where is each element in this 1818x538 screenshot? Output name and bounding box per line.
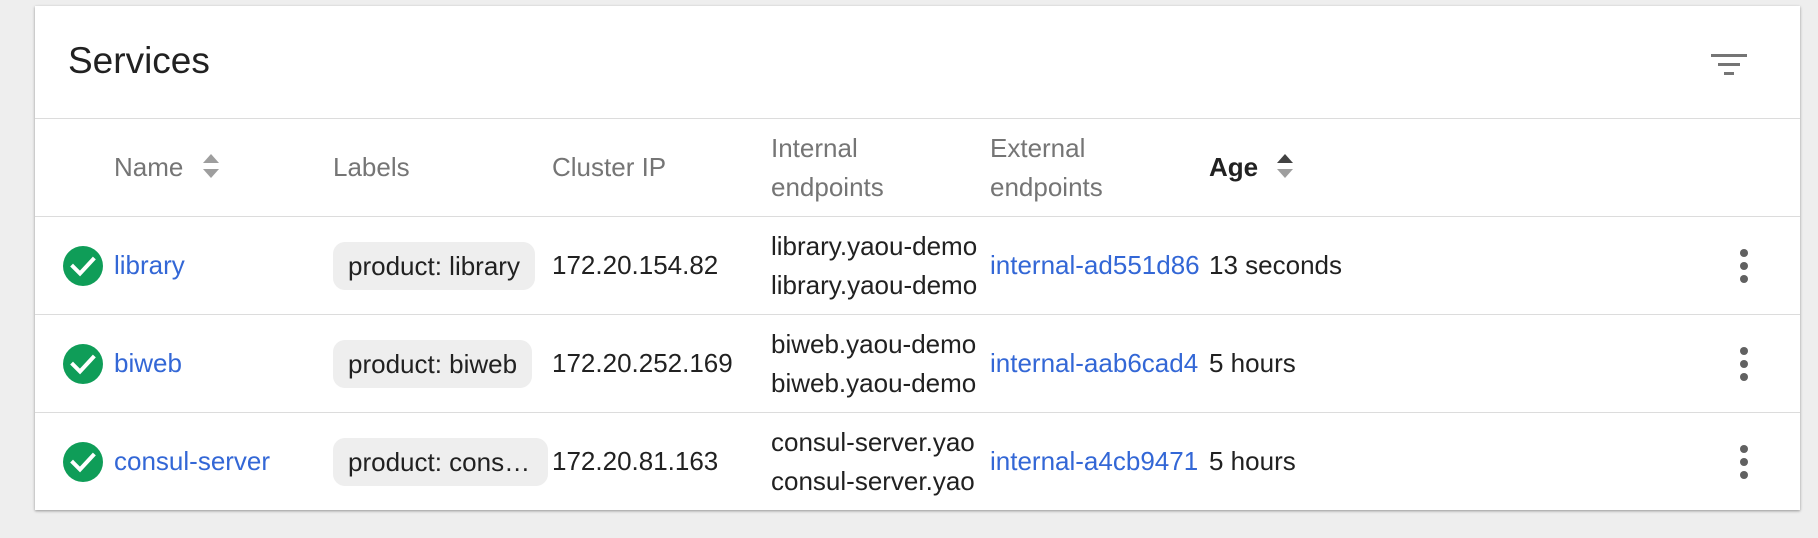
services-card: Services Name Labels Cluster IP Internal… [35,6,1800,510]
label-chip: product: biweb [333,339,533,388]
sort-icon[interactable] [201,151,221,181]
internal-endpoint: consul-server.yao [771,465,975,496]
check-circle-icon [63,245,103,286]
card-title: Services [68,40,210,81]
more-vertical-icon[interactable] [1738,346,1750,382]
more-vertical-icon[interactable] [1738,248,1750,284]
table-row: consul-server product: consul... 172.20.… [35,413,1800,511]
name-header-label: Name [114,152,184,182]
age-cell: 13 seconds [1209,216,1428,315]
age-cell: 5 hours [1209,446,1296,476]
internal-endpoints-cell: library.yaou-demo library.yaou-demo [771,216,990,315]
internal-endpoints-column-header: Internal endpoints [771,119,990,217]
name-column-header[interactable]: Name [114,119,333,217]
internal-endpoints-cell: consul-server.yao consul-server.yao [771,413,990,511]
label-chip: product: consul... [333,437,548,486]
actions-cell [1428,314,1800,413]
actions-cell [1428,413,1800,511]
external-endpoints-cell: internal-aab6cad4 [990,314,1209,413]
internal-endpoint: consul-server.yao [771,426,975,457]
internal-endpoint: biweb.yaou-demo [771,328,977,359]
service-name-link[interactable]: library [114,250,185,280]
labels-cell: product: consul... [333,413,552,511]
name-cell: library [114,216,333,315]
external-endpoint-link[interactable]: internal-a4cb9471 [990,446,1209,477]
label-chip: product: library [333,241,535,290]
check-circle-icon [63,343,103,384]
actions-column-header [1428,119,1800,217]
labels-column-header: Labels [333,119,552,217]
age-cell: 5 hours [1209,314,1428,413]
labels-header-label: Labels [333,152,410,182]
status-cell [35,413,114,511]
service-name-link[interactable]: consul-server [114,446,270,476]
external-endpoints-cell: internal-ad551d86 [990,216,1209,315]
actions-cell [1428,216,1800,315]
sort-ascending-icon[interactable] [1275,151,1295,181]
external-endpoints-cell: internal-a4cb9471 [990,413,1209,511]
table-row: biweb product: biweb 172.20.252.169 biwe… [35,314,1800,413]
external-endpoint-link[interactable]: internal-aab6cad4 [990,348,1209,379]
filter-list-icon[interactable] [1710,50,1748,80]
external-header-line2: endpoints [990,171,1103,202]
table-header-row: Name Labels Cluster IP Internal endpoint… [35,119,1800,217]
cluster-ip-cell: 172.20.252.169 [552,314,771,413]
internal-header-line1: Internal [771,132,858,163]
table-row: library product: library 172.20.154.82 l… [35,216,1800,315]
internal-endpoints-cell: biweb.yaou-demo biweb.yaou-demo [771,314,990,413]
cluster-ip-column-header: Cluster IP [552,119,771,217]
status-column-header [35,119,114,217]
name-cell: consul-server [114,413,333,511]
status-cell [35,314,114,413]
age-column-header[interactable]: Age [1209,119,1428,217]
services-table: Name Labels Cluster IP Internal endpoint… [35,119,1800,510]
internal-endpoint: library.yaou-demo [771,269,978,300]
external-endpoint-link[interactable]: internal-ad551d86 [990,250,1209,281]
status-cell [35,216,114,315]
internal-header-line2: endpoints [771,171,884,202]
external-endpoints-column-header: External endpoints [990,119,1209,217]
more-vertical-icon[interactable] [1738,444,1750,480]
cluster-ip-header-label: Cluster IP [552,152,667,182]
card-header: Services [35,6,1800,119]
labels-cell: product: biweb [333,314,552,413]
cluster-ip-cell: 172.20.154.82 [552,216,771,315]
age-header-label: Age [1209,152,1259,182]
name-cell: biweb [114,314,333,413]
internal-endpoint: biweb.yaou-demo [771,367,977,398]
labels-cell: product: library [333,216,552,315]
check-circle-icon [63,441,103,482]
cluster-ip-cell: 172.20.81.163 [552,446,719,476]
service-name-link[interactable]: biweb [114,348,182,378]
external-header-line1: External [990,132,1086,163]
internal-endpoint: library.yaou-demo [771,230,978,261]
